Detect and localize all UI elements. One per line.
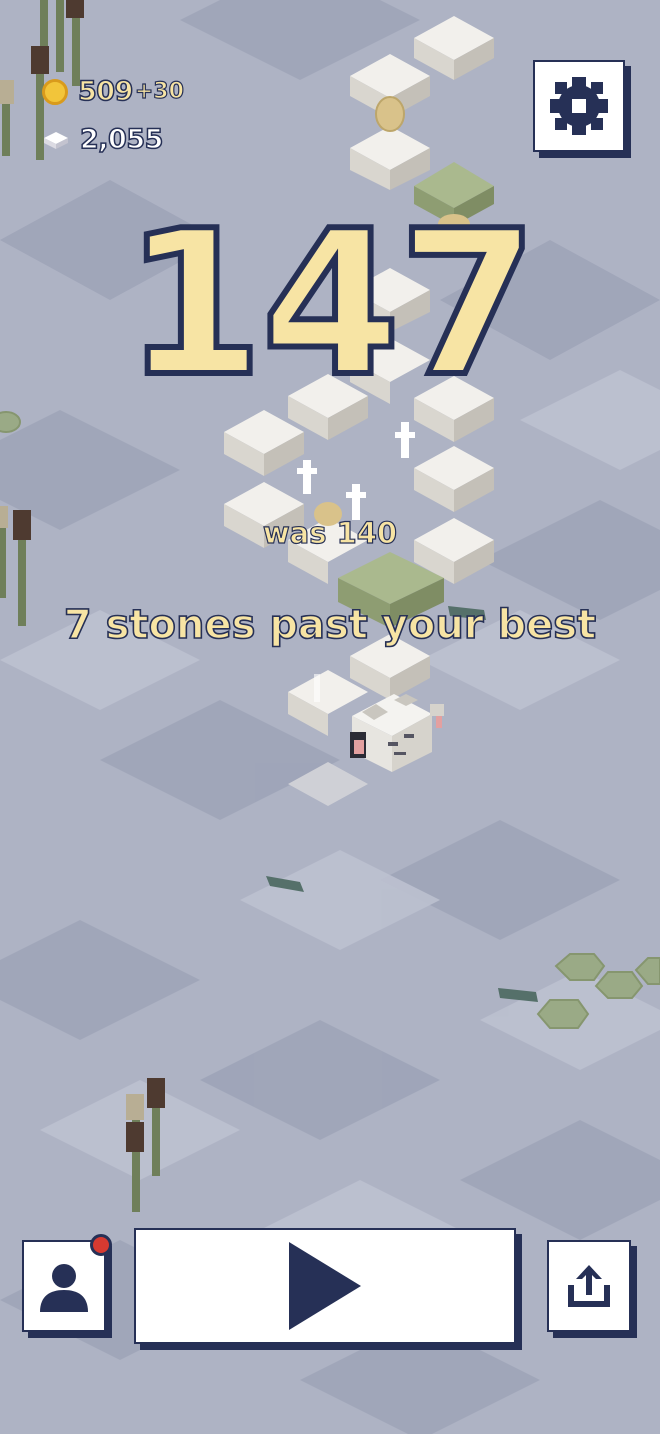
coin-bonus: +30 xyxy=(134,78,184,104)
profile-button[interactable] xyxy=(22,1234,112,1332)
notification-badge xyxy=(90,1234,112,1256)
settings-button[interactable] xyxy=(533,60,625,152)
coin-icon xyxy=(42,78,68,105)
person-icon xyxy=(40,1264,88,1312)
play-button[interactable] xyxy=(134,1228,516,1344)
coin-count: 509 xyxy=(77,75,134,108)
stone-count: 2,055 xyxy=(79,123,164,156)
share-button[interactable] xyxy=(547,1240,631,1332)
gear-icon xyxy=(550,77,608,135)
stone-counter: 2,055 xyxy=(42,123,164,156)
play-icon xyxy=(289,1242,361,1330)
coin-counter: 509 +30 xyxy=(42,75,185,108)
share-icon xyxy=(568,1265,610,1307)
stone-cube-icon xyxy=(44,131,68,149)
previous-best: was 140 xyxy=(262,515,398,550)
best-message: 7 stones past your best xyxy=(63,601,597,649)
score-value: 147 xyxy=(121,188,540,421)
